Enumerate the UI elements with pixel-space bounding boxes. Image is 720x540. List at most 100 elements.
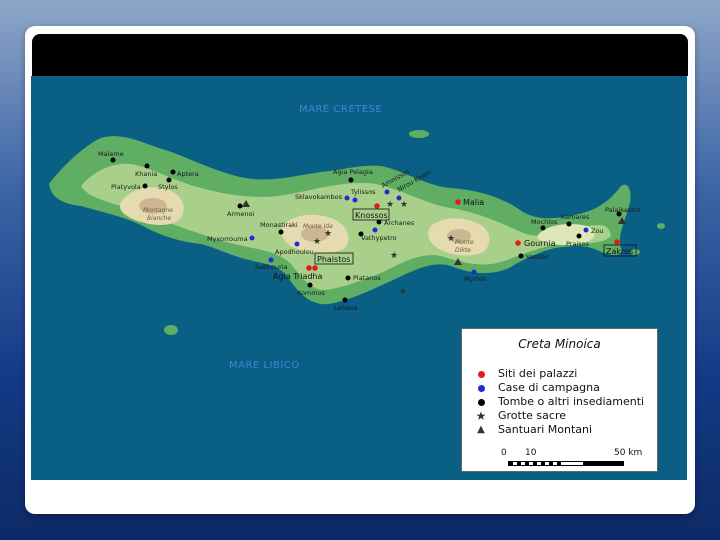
scale-label-fifty: 50 km xyxy=(614,448,643,458)
marker-sklavokambos xyxy=(344,195,350,201)
label-praisos: Praisos xyxy=(566,240,590,248)
marker-amnissos xyxy=(384,189,390,195)
marker-cave-arkalochori: ★ xyxy=(399,287,407,297)
label-agia-pelagia: Agia Pelagia xyxy=(333,168,373,176)
marker-armenoi xyxy=(237,203,243,209)
marker-khania xyxy=(144,163,150,169)
mountain-label-bianche-1: Montagne xyxy=(143,207,173,214)
label-agia-triadha: Agia Triadha xyxy=(273,272,322,281)
label-zakros: Zakros xyxy=(606,247,633,256)
marker-stylos xyxy=(166,177,172,183)
marker-cave-ida2: ★ xyxy=(324,229,332,239)
label-aptera: Aptera xyxy=(177,170,199,178)
label-knossos: Knossos xyxy=(355,211,388,220)
legend-item-caves: ★ Grotte sacre xyxy=(474,409,566,423)
label-sakhouria: Sakhouria xyxy=(255,263,288,271)
marker-palace-agia-triadha xyxy=(312,265,318,271)
label-sklavokambos: Sklavokambos xyxy=(295,193,343,201)
label-myrtos: Myrtos xyxy=(464,275,487,283)
legend-title: Creta Minoica xyxy=(518,337,601,351)
label-armenoi: Armenoi xyxy=(227,210,254,218)
scale-label-zero: 0 xyxy=(501,448,507,458)
marker-lebena xyxy=(342,297,348,303)
legend-label: Tombe o altri insediamenti xyxy=(498,395,645,408)
legend-item-tombs: Tombe o altri insediamenti xyxy=(474,395,644,409)
label-apodhoulou: Apodhoulou xyxy=(275,248,314,256)
legend-label: Santuari Montani xyxy=(498,423,593,436)
legend-item-country-houses: Case di campagna xyxy=(474,381,600,395)
red-dot-icon xyxy=(474,367,488,381)
label-zou: Zou xyxy=(591,227,604,235)
scale-bar-segment-white xyxy=(561,462,583,465)
label-myxorrouma: Myxorrouma xyxy=(207,235,248,243)
marker-myxorrouma xyxy=(249,235,255,241)
legend-label: Case di campagna xyxy=(498,381,600,394)
marker-apodhoulou xyxy=(294,241,300,247)
mountain-label-dikte-2: Dikte xyxy=(455,247,471,254)
mountain-label-dikte-1: Monte xyxy=(455,239,474,246)
label-platyvola: Platyvola xyxy=(111,183,141,191)
marker-cave-south: ★ xyxy=(390,251,398,261)
marker-cave-ida: ★ xyxy=(313,237,321,247)
marker-aptera xyxy=(170,169,176,175)
marker-monastiraki xyxy=(278,229,284,235)
marker-palace-zakros xyxy=(614,239,620,245)
label-palaikastro: Palaikastro xyxy=(605,206,640,214)
marker-platanos xyxy=(345,275,351,281)
marker-knossos-house xyxy=(372,227,378,233)
marker-agia-pelagia xyxy=(348,177,354,183)
blue-dot-icon xyxy=(474,381,488,395)
label-tylissos: Tylissos xyxy=(350,188,376,196)
label-phaistos: Phaistos xyxy=(317,255,350,264)
label-malia: Malia xyxy=(463,198,484,207)
map-legend: Creta Minoica Siti dei palazzi Case di c… xyxy=(461,328,658,472)
marker-zou xyxy=(583,227,589,233)
marker-mochlos xyxy=(540,225,546,231)
islet-dia xyxy=(409,130,429,138)
marker-palace-phaistos xyxy=(306,265,312,271)
marker-cave-amnissos: ★ xyxy=(386,200,394,210)
marker-kommos xyxy=(307,282,313,288)
marker-tylissos xyxy=(352,197,358,203)
scale-bar-segment-black xyxy=(583,462,624,465)
marker-platyvola xyxy=(142,183,148,189)
triangle-icon: ▲ xyxy=(477,424,485,435)
mountain-label-bianche-2: Bianche xyxy=(147,215,171,222)
label-kamares: Kamares xyxy=(561,213,590,221)
scale-label-ten: 10 xyxy=(525,448,537,458)
legend-label: Grotte sacre xyxy=(498,409,566,422)
marker-kamares xyxy=(566,221,572,227)
marker-myrtos xyxy=(471,269,477,275)
label-kommos: Kommos xyxy=(297,289,326,297)
label-khania: Khania xyxy=(135,170,157,178)
slide-title-bar xyxy=(32,34,688,76)
black-dot-icon xyxy=(474,395,488,409)
label-vathypetro: Vathypetro xyxy=(361,234,397,242)
label-gournia: Gournia xyxy=(524,239,556,248)
label-vasiliki: Vasiliki xyxy=(526,253,548,261)
marker-vasiliki xyxy=(518,253,524,259)
marker-praisos xyxy=(576,233,582,239)
islet-gavdos xyxy=(164,325,178,335)
label-lebena: Lebena xyxy=(334,304,358,312)
label-mochlos: Mochlos xyxy=(531,218,558,226)
label-maleme: Maleme xyxy=(98,150,124,158)
marker-palace-knossos xyxy=(374,203,380,209)
marker-cave-skotino: ★ xyxy=(400,200,408,210)
label-monastiraki: Monastiraki xyxy=(260,221,298,229)
marker-maleme xyxy=(110,157,116,163)
legend-item-sanctuaries: ▲ Santuari Montani xyxy=(474,423,592,437)
marker-palace-gournia xyxy=(515,240,521,246)
islet-east xyxy=(657,223,665,229)
label-stylos: Stylos xyxy=(158,183,178,191)
marker-sakhouria xyxy=(268,257,274,263)
legend-item-palaces: Siti dei palazzi xyxy=(474,367,577,381)
label-platanos: Platanos xyxy=(353,274,381,282)
marker-cave-dikte: ★ xyxy=(447,234,455,244)
star-icon: ★ xyxy=(475,409,487,423)
sea-label-north: MARE CRETESE xyxy=(299,104,382,115)
mountain-label-bianche: Montagne Bianche xyxy=(143,207,173,222)
sea-label-south: MARE LIBICO xyxy=(229,360,300,371)
marker-palace-malia xyxy=(455,199,461,205)
legend-label: Siti dei palazzi xyxy=(498,367,578,380)
